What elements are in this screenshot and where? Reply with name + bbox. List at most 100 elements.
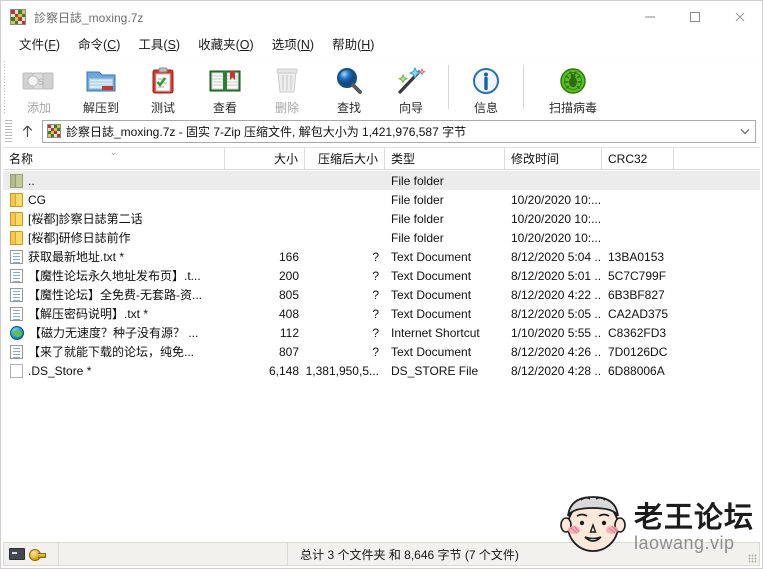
extract-button-label: 解压到 xyxy=(82,101,119,115)
cell-type: Text Document xyxy=(391,344,472,359)
address-bar-grip[interactable] xyxy=(5,120,12,142)
column-header-filler xyxy=(674,148,760,169)
minimize-icon[interactable] xyxy=(627,1,672,33)
view-button-label: 查看 xyxy=(212,101,237,115)
cell-type: DS_STORE File xyxy=(391,363,479,378)
status-bar: 总计 3 个文件夹 和 8,646 字节 (7 个文件) xyxy=(3,542,760,566)
delete-trash-icon xyxy=(267,64,307,98)
menu-favorites[interactable]: 收藏夹(O) xyxy=(189,36,263,56)
cell-packed: ? xyxy=(372,325,379,340)
delete-button[interactable]: 删除 xyxy=(256,60,318,116)
menu-commands[interactable]: 命令(C) xyxy=(69,36,129,56)
find-magnifier-icon xyxy=(329,64,369,98)
parent-folder-icon xyxy=(10,173,23,188)
wizard-button-label: 向导 xyxy=(398,101,423,115)
resize-grip-icon[interactable] xyxy=(748,554,757,563)
column-header-size-label: 大小 xyxy=(273,152,298,166)
cell-modified: 8/12/2020 5:01 ... xyxy=(511,268,602,283)
column-header-packed[interactable]: 压缩后大小 xyxy=(305,148,385,169)
table-row[interactable]: .DS_Store * 6,148 1,381,950,5... DS_STORE F… xyxy=(3,361,760,380)
table-row[interactable]: 【解压密码说明】.txt * 408? Text Document 8/12/2020… xyxy=(3,304,760,323)
cell-name: 获取最新地址.txt * xyxy=(3,247,225,266)
cell-packed: 1,381,950,5... xyxy=(305,363,379,378)
key-icon xyxy=(29,548,46,561)
column-header-packed-label: 压缩后大小 xyxy=(317,152,378,166)
view-button[interactable]: 查看 xyxy=(194,60,256,116)
sevenzip-icon xyxy=(47,124,61,138)
table-row[interactable]: 【磁力无速度？种子没有源？ ... 112? Internet Shortcut 1/… xyxy=(3,323,760,342)
table-row[interactable]: 【魔性论坛】全免费-无套路-资... 805? Text Document 8/12/… xyxy=(3,285,760,304)
menu-tools-label: 工具 xyxy=(138,38,164,53)
extract-icon xyxy=(81,64,121,98)
cell-filler xyxy=(674,247,760,266)
file-name-label: 【磁力无速度？种子没有源？ ... xyxy=(29,326,199,340)
file-name-label: .DS_Store * xyxy=(28,363,92,378)
menu-file[interactable]: 文件(F) xyxy=(10,36,69,56)
window-controls xyxy=(627,1,762,33)
cell-type: Text Document xyxy=(391,249,472,264)
toolbar-separator-2 xyxy=(523,65,524,109)
cell-size: 807 xyxy=(278,344,299,359)
table-row[interactable]: CG File folder 10/20/2020 10:... xyxy=(3,190,760,209)
file-name-label: 【魔性论坛】全免费-无套路-资... xyxy=(28,288,202,302)
cell-modified: 8/12/2020 4:26 ... xyxy=(511,344,602,359)
cell-packed xyxy=(305,228,385,247)
table-row[interactable]: 获取最新地址.txt * 166? Text Document 8/12/2020 5… xyxy=(3,247,760,266)
address-combobox[interactable]: 診察日誌_moxing.7z - 固实 7-Zip 压缩文件, 解包大小为 1,… xyxy=(42,119,756,143)
table-row[interactable]: .. File folder xyxy=(3,171,760,190)
cell-crc: 6D88006A xyxy=(608,363,665,378)
cell-packed xyxy=(305,190,385,209)
wizard-button[interactable]: 向导 xyxy=(380,60,442,116)
address-bar: 診察日誌_moxing.7z - 固实 7-Zip 压缩文件, 解包大小为 1,… xyxy=(1,117,762,145)
menu-options[interactable]: 选项(N) xyxy=(263,36,323,56)
cell-crc: 5C7C799F xyxy=(608,268,667,283)
table-row[interactable]: 【来了就能下载的论坛，纯免... 807? Text Document 8/12/20… xyxy=(3,342,760,361)
column-header-name[interactable]: 名称 ⌄ xyxy=(3,148,225,169)
cell-filler xyxy=(674,266,760,285)
cell-size xyxy=(225,171,305,190)
table-row[interactable]: [桜都]診察日誌第二话 File folder 10/20/2020 10:... xyxy=(3,209,760,228)
test-icon xyxy=(143,64,183,98)
cell-size: 805 xyxy=(278,287,299,302)
maximize-icon[interactable] xyxy=(672,1,717,33)
menu-tools[interactable]: 工具(S) xyxy=(129,36,189,56)
column-header-modified[interactable]: 修改时间 xyxy=(505,148,602,169)
test-button-label: 测试 xyxy=(150,101,175,115)
table-row[interactable]: 【魔性论坛永久地址发布页】.t... 200? Text Document 8/12/… xyxy=(3,266,760,285)
menu-file-label: 文件 xyxy=(19,38,45,53)
cell-crc: CA2AD375 xyxy=(608,306,669,321)
menu-help[interactable]: 帮助(H) xyxy=(323,36,383,56)
sevenzip-window: 診察日誌_moxing.7z 文件(F) 命令(C) 工具(S) 收藏夹(O) … xyxy=(0,0,763,569)
cell-size xyxy=(225,209,305,228)
cell-name: CG xyxy=(3,190,225,209)
chevron-down-icon[interactable] xyxy=(735,120,755,142)
view-icon xyxy=(205,64,245,98)
toolbar-grip[interactable] xyxy=(1,61,8,115)
cell-size xyxy=(225,228,305,247)
column-header-size[interactable]: 大小 xyxy=(225,148,305,169)
info-button[interactable]: 信息 xyxy=(455,60,517,116)
file-list-header: 名称 ⌄ 大小 压缩后大小 类型 修改时间 CRC32 xyxy=(3,148,760,170)
cell-size xyxy=(225,190,305,209)
close-icon[interactable] xyxy=(717,1,762,33)
sort-indicator-icon: ⌄ xyxy=(109,148,118,157)
cell-modified: 8/12/2020 5:04 ... xyxy=(511,249,602,264)
text-file-icon xyxy=(10,268,23,283)
menu-tools-accel: S xyxy=(167,38,176,53)
extract-button[interactable]: 解压到 xyxy=(70,60,132,116)
column-header-crc[interactable]: CRC32 xyxy=(602,148,674,169)
table-row[interactable]: [桜都]研修日誌前作 File folder 10/20/2020 10:... xyxy=(3,228,760,247)
file-name-label: .. xyxy=(28,173,35,188)
column-header-type[interactable]: 类型 xyxy=(385,148,505,169)
status-icons xyxy=(4,543,59,565)
find-button[interactable]: 查找 xyxy=(318,60,380,116)
text-file-icon xyxy=(10,306,23,321)
cell-type: File folder xyxy=(391,192,444,207)
add-button[interactable]: S 添加 xyxy=(8,60,70,116)
virus-scan-button[interactable]: 扫描病毒 xyxy=(530,60,616,116)
wizard-wand-icon xyxy=(391,64,431,98)
arrow-up-icon[interactable] xyxy=(12,119,42,143)
test-button[interactable]: 测试 xyxy=(132,60,194,116)
menu-commands-accel: C xyxy=(107,38,117,53)
folder-icon xyxy=(10,230,23,245)
